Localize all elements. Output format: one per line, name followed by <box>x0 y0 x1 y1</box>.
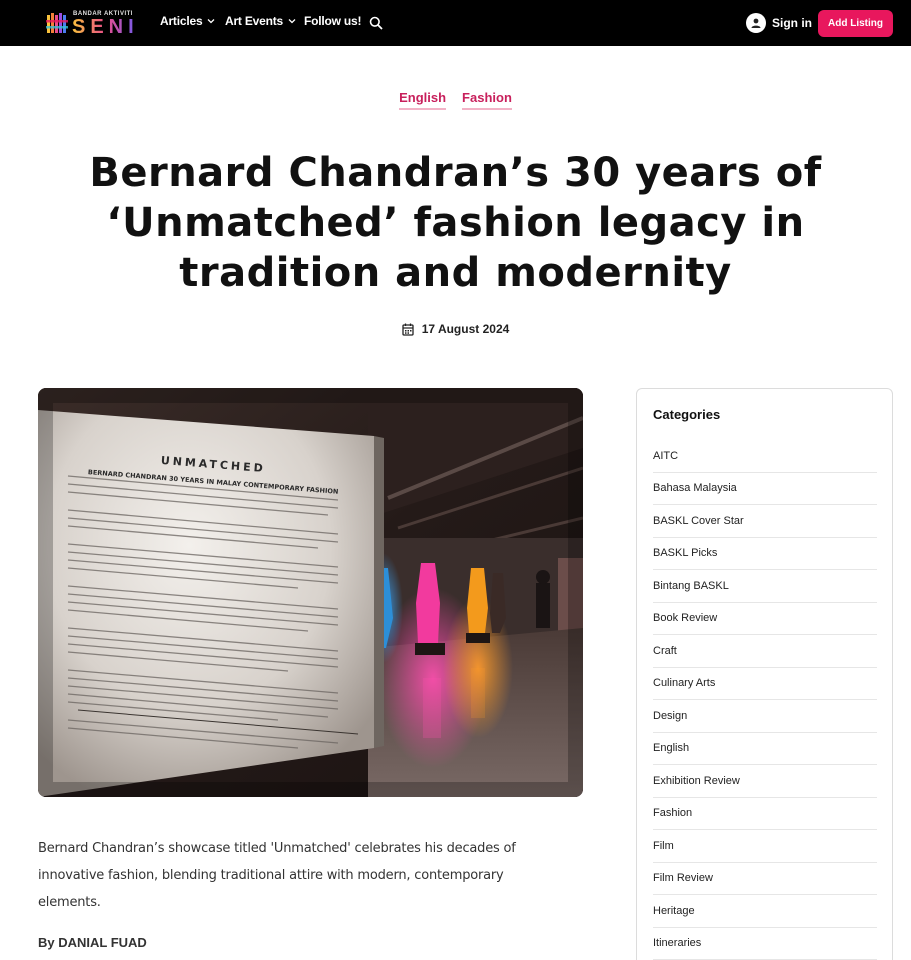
nav-art-events[interactable]: Art Events <box>225 14 296 28</box>
category-item[interactable]: BASKL Cover Star <box>653 505 877 538</box>
category-item[interactable]: Heritage <box>653 895 877 928</box>
categories-heading: Categories <box>653 407 721 422</box>
category-item[interactable]: Design <box>653 700 877 733</box>
article-title: Bernard Chandran’s 30 years of ‘Unmatche… <box>89 150 822 296</box>
category-item[interactable]: Fashion <box>653 798 877 830</box>
category-item[interactable]: Film <box>653 830 877 863</box>
category-item[interactable]: English <box>653 733 877 765</box>
article-lead: Bernard Chandran’s showcase titled 'Unma… <box>38 841 516 910</box>
add-listing-button[interactable]: Add Listing <box>818 10 893 37</box>
category-item[interactable]: Book Review <box>653 603 877 635</box>
calendar-icon <box>402 323 414 336</box>
logo-wordmark: SENI <box>72 16 139 38</box>
article-byline: By DANIAL FUAD <box>38 935 147 950</box>
category-item[interactable]: BASKL Picks <box>653 538 877 570</box>
tag-fashion[interactable]: Fashion <box>462 90 512 110</box>
logo-mark-icon <box>46 13 68 33</box>
search-icon[interactable] <box>369 16 383 30</box>
article-tags: English Fashion <box>0 90 911 110</box>
chevron-down-icon <box>207 19 215 24</box>
nav-follow-us[interactable]: Follow us! <box>304 14 362 28</box>
site-logo[interactable]: BANDAR AKTIVITI SENI <box>46 9 134 38</box>
user-icon <box>746 13 766 33</box>
top-navbar: BANDAR AKTIVITI SENI Articles Art Events… <box>0 0 911 46</box>
category-item[interactable]: Bahasa Malaysia <box>653 473 877 505</box>
signin-link[interactable]: Sign in <box>746 13 812 33</box>
category-item[interactable]: Craft <box>653 635 877 668</box>
nav-articles[interactable]: Articles <box>160 14 215 28</box>
tag-english[interactable]: English <box>399 90 447 110</box>
categories-sidebar: Categories AITC Bahasa Malaysia BASKL Co… <box>636 388 893 960</box>
chevron-down-icon <box>288 19 296 24</box>
category-item[interactable]: Bintang BASKL <box>653 570 877 603</box>
category-item[interactable]: Itineraries <box>653 928 877 960</box>
category-item[interactable]: Culinary Arts <box>653 668 877 700</box>
category-item[interactable]: Film Review <box>653 863 877 895</box>
article-hero-image: UNMATCHED BERNARD CHANDRAN 30 YEARS IN M… <box>38 388 583 797</box>
category-item[interactable]: AITC <box>653 440 877 473</box>
article-date: 17 August 2024 <box>0 322 911 336</box>
categories-list: AITC Bahasa Malaysia BASKL Cover Star BA… <box>653 440 877 960</box>
category-item[interactable]: Exhibition Review <box>653 765 877 798</box>
